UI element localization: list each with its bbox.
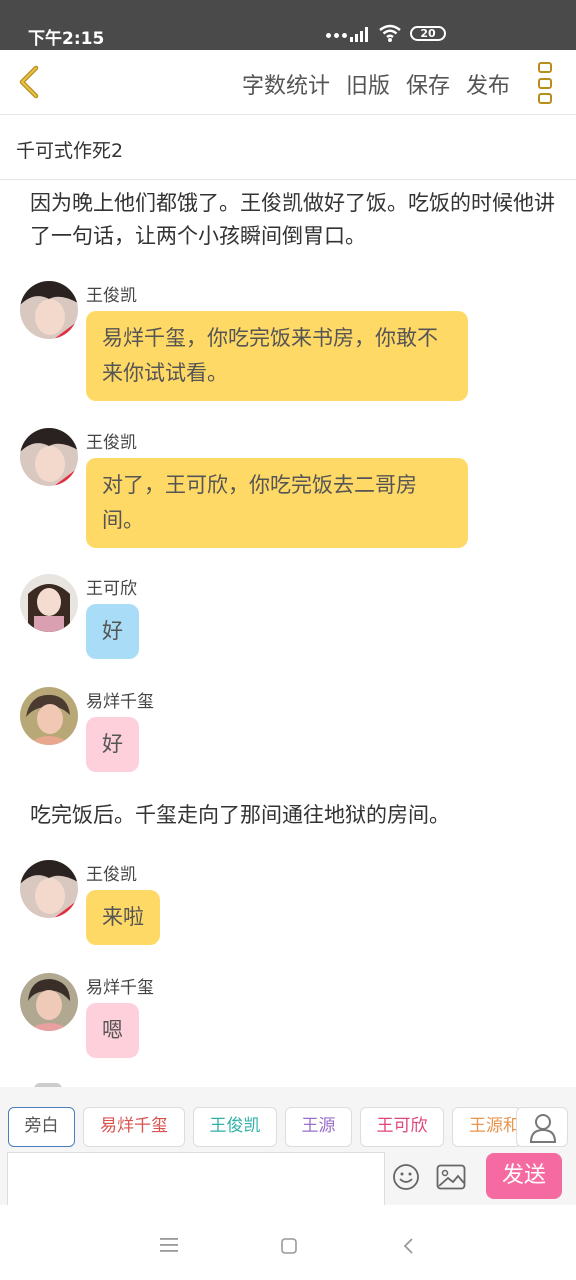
old-version-button[interactable]: 旧版 <box>346 68 390 100</box>
more-notifications-icon <box>326 33 347 38</box>
sender-name: 王俊凯 <box>86 286 137 306</box>
role-chip[interactable]: 易烊千玺 <box>83 1107 185 1147</box>
back-arrow-icon[interactable] <box>12 62 52 102</box>
battery-icon: 20 <box>410 26 446 41</box>
more-menu-icon[interactable] <box>538 62 554 104</box>
narration-text: 因为晚上他们都饿了。王俊凯做好了饭。吃饭的时候他讲了一句话，让两个小孩瞬间倒胃口… <box>30 191 555 248</box>
save-button[interactable]: 保存 <box>406 68 450 100</box>
avatar[interactable] <box>20 973 78 1031</box>
avatar[interactable] <box>20 687 78 745</box>
status-time: 下午2:15 <box>28 29 105 49</box>
navigation-bar <box>0 1205 576 1280</box>
signal-icon <box>350 27 368 42</box>
avatar[interactable] <box>20 281 78 339</box>
chip-label: 旁白 <box>24 1116 59 1136</box>
role-chip[interactable]: 王源和 <box>452 1107 522 1147</box>
role-chip[interactable]: 王可欣 <box>360 1107 444 1147</box>
sender-name: 易烊千玺 <box>86 692 154 712</box>
message-input[interactable] <box>7 1152 385 1205</box>
home-icon[interactable] <box>281 1238 297 1254</box>
emoji-icon[interactable] <box>392 1163 420 1191</box>
role-selector-bar: 旁白 易烊千玺 王俊凯 王源 王可欣 王源和 <box>0 1087 576 1149</box>
message-bubble[interactable]: 好 <box>86 604 139 659</box>
image-icon[interactable] <box>436 1164 466 1190</box>
role-chip[interactable]: 王源 <box>285 1107 352 1147</box>
person-icon[interactable] <box>516 1107 568 1147</box>
input-bar: 发送 <box>0 1149 576 1205</box>
chip-label: 易烊千玺 <box>100 1116 168 1136</box>
chip-label: 王可欣 <box>376 1116 428 1136</box>
message-bubble[interactable]: 嗯 <box>86 1003 139 1058</box>
sender-name: 易烊千玺 <box>86 978 154 998</box>
chip-label: 王源和 <box>469 1116 520 1136</box>
app-bar: 字数统计 旧版 保存 发布 <box>0 50 576 115</box>
sender-name: 王可欣 <box>86 579 137 599</box>
sender-name: 王俊凯 <box>86 865 137 885</box>
role-chip[interactable]: 王俊凯 <box>193 1107 277 1147</box>
publish-button[interactable]: 发布 <box>466 68 510 100</box>
message-bubble[interactable]: 易烊千玺，你吃完饭来书房，你敢不来你试试看。 <box>86 311 468 401</box>
send-button[interactable]: 发送 <box>486 1153 562 1199</box>
message-bubble[interactable]: 来啦 <box>86 890 160 945</box>
back-icon[interactable] <box>402 1237 414 1255</box>
toolbar-actions: 字数统计 旧版 保存 发布 <box>242 68 510 100</box>
chip-label: 王源 <box>301 1116 336 1136</box>
story-title-bar[interactable]: 千可式作死2 <box>0 116 576 180</box>
message-bubble[interactable]: 对了，王可欣，你吃完饭去二哥房间。 <box>86 458 468 548</box>
avatar[interactable] <box>20 860 78 918</box>
wifi-icon <box>379 24 401 42</box>
avatar[interactable] <box>20 428 78 486</box>
menu-icon[interactable] <box>160 1238 178 1252</box>
status-bar: 下午2:15 20 <box>0 0 576 50</box>
narration-text: 吃完饭后。千玺走向了那间通往地狱的房间。 <box>30 803 450 827</box>
chat-content[interactable]: 因为晚上他们都饿了。王俊凯做好了饭。吃饭的时候他讲了一句话，让两个小孩瞬间倒胃口… <box>0 181 576 1087</box>
chip-label: 王俊凯 <box>209 1116 261 1136</box>
role-chip-narration[interactable]: 旁白 <box>8 1107 75 1147</box>
sender-name: 王俊凯 <box>86 433 137 453</box>
message-bubble[interactable]: 好 <box>86 717 139 772</box>
word-count-button[interactable]: 字数统计 <box>242 68 330 100</box>
avatar[interactable] <box>20 574 78 632</box>
story-title: 千可式作死2 <box>16 140 124 162</box>
